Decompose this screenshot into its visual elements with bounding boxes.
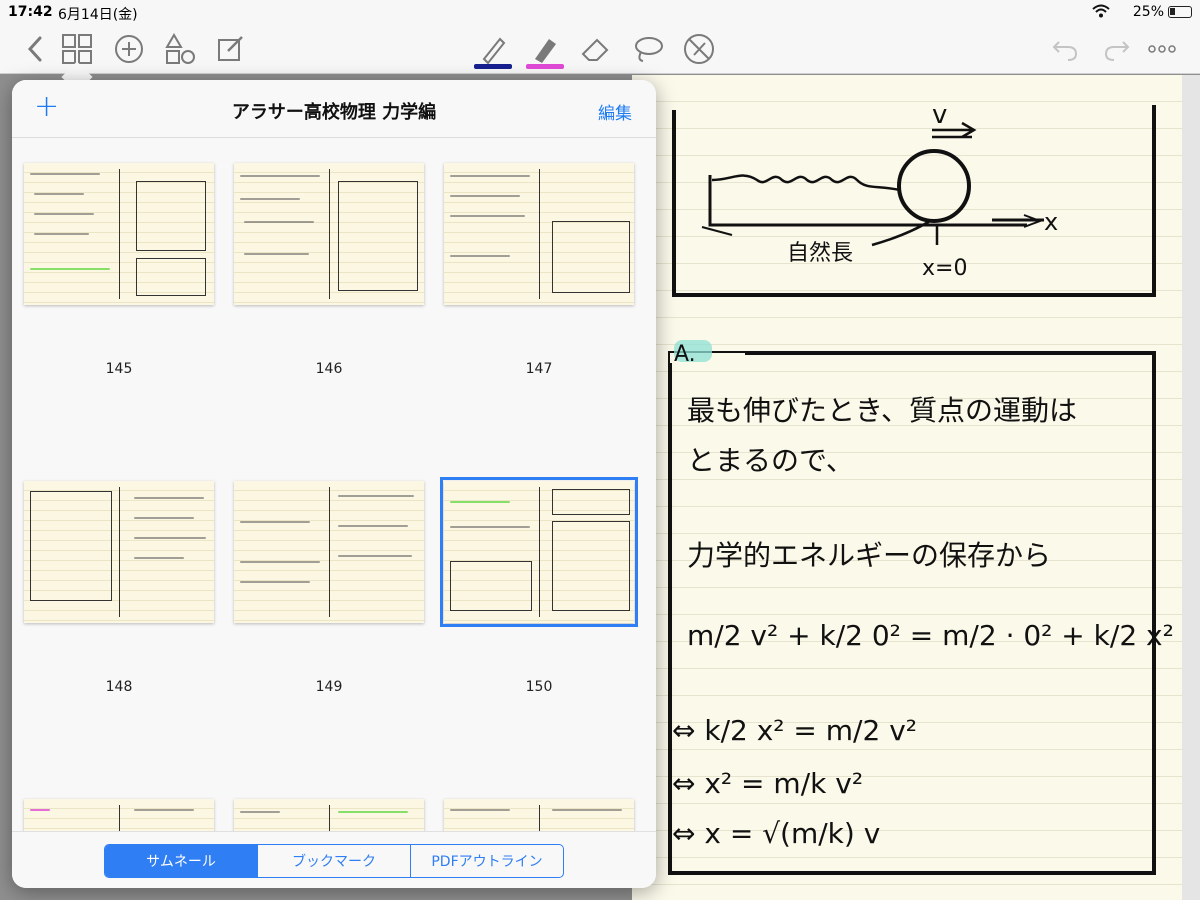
- page-thumbnail-146[interactable]: [234, 163, 424, 305]
- add-page-icon[interactable]: [112, 32, 146, 66]
- no-touch-icon[interactable]: [682, 32, 716, 66]
- thumbnail-grid[interactable]: 145 146 147 148 149 150: [12, 139, 656, 831]
- page-thumbnail[interactable]: [444, 799, 634, 831]
- redo-icon[interactable]: [1100, 32, 1134, 66]
- popover-footer: サムネール ブックマーク PDFアウトライン: [12, 831, 656, 888]
- natural-length-label: 自然長: [787, 241, 853, 266]
- edit-button[interactable]: 編集: [598, 99, 632, 124]
- status-bar: 17:42 6月14日(金) 25%: [0, 0, 1200, 24]
- edit-icon[interactable]: [214, 32, 248, 66]
- notebook-title: アラサー高校物理 力学編: [231, 102, 437, 123]
- equation-2: ⇔ k/2 x² = m/2 v²: [672, 714, 917, 747]
- highlighter-icon[interactable]: [527, 32, 561, 66]
- toolbar: [0, 24, 1200, 74]
- page-number: 149: [315, 679, 343, 695]
- page-thumbnail[interactable]: [234, 799, 424, 831]
- lasso-icon[interactable]: [631, 32, 665, 66]
- page-thumbnail-145[interactable]: [24, 163, 214, 305]
- page-number: 148: [105, 679, 133, 695]
- page-number: 145: [105, 361, 133, 377]
- eraser-icon[interactable]: [578, 32, 612, 66]
- page-edge: [1182, 75, 1200, 900]
- battery-percent: 25%: [1132, 4, 1164, 20]
- answer-line-2: とまるので、: [687, 444, 854, 477]
- page-thumbnail-148[interactable]: [24, 481, 214, 623]
- answer-line-1: 最も伸びたとき、質点の運動は: [687, 394, 1077, 427]
- position-label: x=0: [922, 256, 967, 281]
- velocity-label: v: [932, 100, 947, 130]
- note-page[interactable]: v x 自然長 x=0 A. 最も伸びたとき、質点の運動は とまるので、 力学的…: [632, 75, 1182, 900]
- page-number: 150: [525, 679, 553, 695]
- page-number: 146: [315, 361, 343, 377]
- answer-marker: A.: [674, 342, 696, 367]
- page-number: 147: [525, 361, 553, 377]
- answer-line-3: 力学的エネルギーの保存から: [687, 539, 1051, 572]
- pen-icon[interactable]: [476, 32, 510, 66]
- axis-label: x: [1044, 208, 1058, 236]
- page-thumbnail-150[interactable]: [440, 477, 638, 627]
- page-thumbnail-147[interactable]: [444, 163, 634, 305]
- status-date: 6月14日(金): [58, 7, 138, 23]
- equation-4: ⇔ x = √(m/k) v: [672, 817, 880, 850]
- tab-thumbnails[interactable]: サムネール: [105, 845, 258, 877]
- back-icon[interactable]: [18, 32, 52, 66]
- page-thumbnail[interactable]: [24, 799, 214, 831]
- battery-icon: [1168, 6, 1192, 18]
- tab-pdf-outline[interactable]: PDFアウトライン: [411, 845, 563, 877]
- page-navigator-popover: + アラサー高校物理 力学編 編集 145 146 147 148 149 15…: [12, 80, 656, 888]
- highlighter-color-indicator: [526, 64, 564, 69]
- popover-header: + アラサー高校物理 力学編 編集: [12, 80, 656, 138]
- wifi-icon: [1092, 4, 1110, 22]
- page-thumbnail-149[interactable]: [234, 481, 424, 623]
- tab-bookmarks[interactable]: ブックマーク: [258, 845, 411, 877]
- equation-3: ⇔ x² = m/k v²: [672, 767, 863, 800]
- shapes-icon[interactable]: [163, 32, 197, 66]
- pen-color-indicator: [474, 64, 512, 69]
- view-mode-segmented-control: サムネール ブックマーク PDFアウトライン: [104, 844, 564, 878]
- status-time: 17:42: [8, 4, 53, 20]
- undo-icon[interactable]: [1048, 32, 1082, 66]
- equation-1: m/2 v² + k/2 0² = m/2 · 0² + k/2 x²: [687, 619, 1174, 652]
- more-icon[interactable]: [1145, 32, 1179, 66]
- note-drawing: v x 自然長 x=0 A. 最も伸びたとき、質点の運動は とまるので、 力学的…: [668, 100, 1174, 875]
